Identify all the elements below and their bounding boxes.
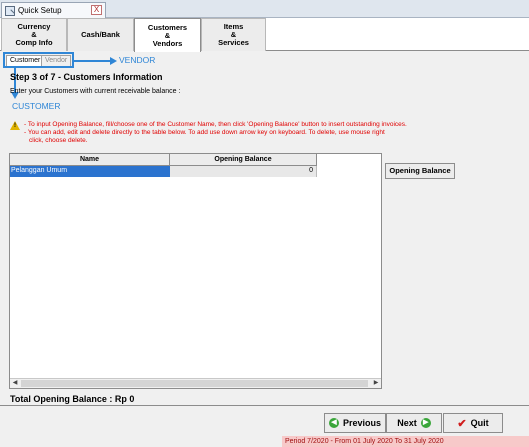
window-title: Quick Setup xyxy=(18,6,62,15)
column-header-opening-balance[interactable]: Opening Balance xyxy=(170,154,317,166)
scroll-thumb[interactable] xyxy=(21,380,368,387)
previous-label: Previous xyxy=(342,418,382,428)
warning-icon: ! xyxy=(10,121,20,130)
annotation-arrow-right-icon xyxy=(110,57,117,65)
annotation-arrow-line xyxy=(74,60,114,62)
tab-items-services[interactable]: Items & Services xyxy=(201,18,266,51)
quit-button[interactable]: ✔ Quit xyxy=(443,413,503,433)
quick-setup-icon xyxy=(5,5,15,16)
scroll-left-icon[interactable]: ◀ xyxy=(10,379,20,388)
divider xyxy=(0,405,529,406)
tab-customers-vendors[interactable]: Customers & Vendors xyxy=(134,18,201,52)
tab-currency-comp-info[interactable]: Currency & Comp Info xyxy=(1,18,67,51)
close-icon[interactable]: X xyxy=(91,5,102,15)
step-title: Step 3 of 7 - Customers Information xyxy=(10,72,163,82)
status-bar-period: Period 7/2020 - From 01 July 2020 To 31 … xyxy=(282,436,529,447)
cell-opening-balance[interactable]: 0 xyxy=(170,166,317,177)
next-button[interactable]: Next ▶ xyxy=(386,413,442,433)
step-subtitle: Enter your Customers with current receiv… xyxy=(10,88,181,95)
info-line-1: - To input Opening Balance, fill/choose … xyxy=(24,121,407,128)
arrow-left-icon: ◀ xyxy=(328,418,339,428)
annotation-customer: CUSTOMER xyxy=(12,101,61,111)
category-tabs: Currency & Comp Info Cash/Bank Customers… xyxy=(0,18,529,52)
table-row[interactable]: Pelanggan Umum 0 xyxy=(10,166,317,177)
quick-setup-window: Quick Setup X Currency & Comp Info Cash/… xyxy=(0,0,529,447)
opening-balance-button[interactable]: Opening Balance xyxy=(385,163,455,179)
window-tab-bar: Quick Setup X xyxy=(0,0,529,18)
cell-name[interactable]: Pelanggan Umum xyxy=(10,166,170,177)
annotation-vendor: VENDOR xyxy=(119,55,156,65)
tab-cash-bank[interactable]: Cash/Bank xyxy=(67,18,134,51)
total-opening-balance: Total Opening Balance : Rp 0 xyxy=(10,394,135,404)
horizontal-scrollbar[interactable]: ◀ ▶ xyxy=(10,378,381,388)
quick-setup-tab[interactable]: Quick Setup X xyxy=(1,2,106,18)
arrow-right-icon: ▶ xyxy=(420,418,431,428)
scroll-right-icon[interactable]: ▶ xyxy=(371,379,381,388)
annotation-box xyxy=(3,52,74,68)
checkmark-icon: ✔ xyxy=(457,417,467,430)
info-line-2: - You can add, edit and delete directly … xyxy=(24,129,385,136)
next-label: Next xyxy=(397,418,417,428)
column-header-name[interactable]: Name xyxy=(10,154,170,166)
customers-grid[interactable]: Name Opening Balance Pelanggan Umum 0 ◀ … xyxy=(9,153,382,389)
previous-button[interactable]: ◀ Previous xyxy=(324,413,386,433)
quit-label: Quit xyxy=(470,418,489,428)
info-line-3: click, choose delete. xyxy=(29,137,88,144)
grid-header: Name Opening Balance xyxy=(10,154,317,166)
